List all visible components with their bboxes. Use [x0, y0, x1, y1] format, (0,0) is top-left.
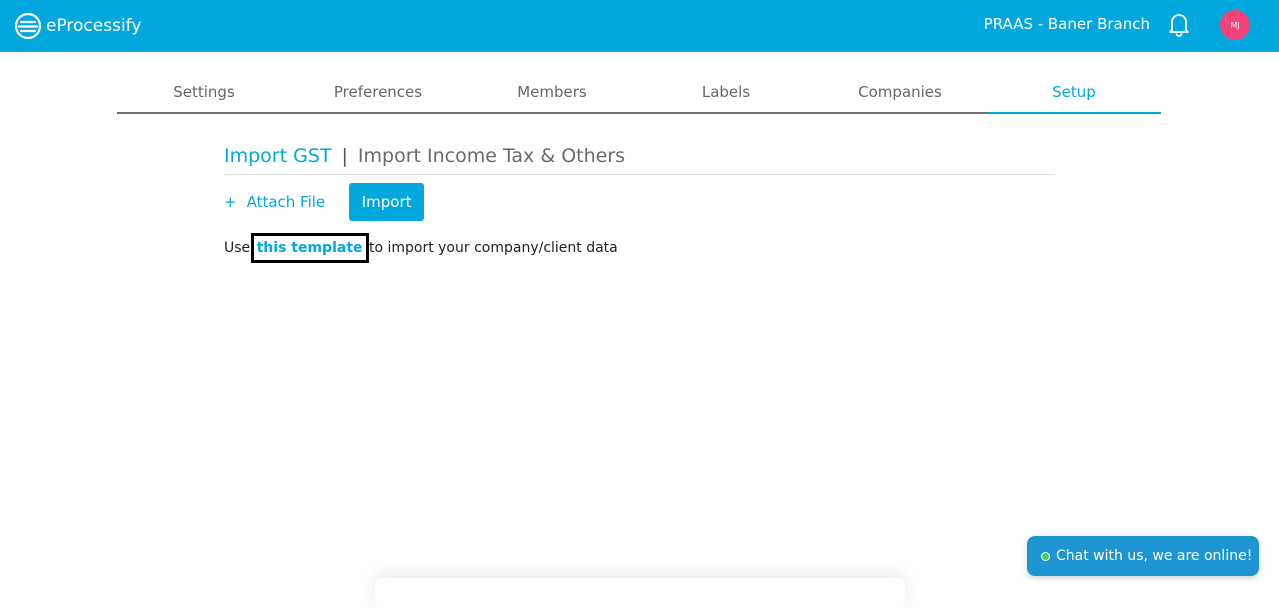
import-button[interactable]: Import	[349, 183, 425, 221]
attach-file-button[interactable]: + Attach File	[224, 193, 325, 211]
top-bar: eProcessify PRAAS - Baner Branch MJ	[0, 0, 1279, 52]
brand-logo[interactable]: eProcessify	[14, 12, 141, 40]
import-section-header: Import GST | Import Income Tax & Others	[224, 145, 1054, 175]
chat-widget-button[interactable]: Chat with us, we are online!	[1027, 536, 1259, 576]
template-instructions: Use this template to import your company…	[224, 233, 618, 263]
attach-file-label: Attach File	[246, 193, 326, 211]
online-dot-icon	[1041, 551, 1050, 561]
tab-setup[interactable]: Setup	[987, 74, 1161, 114]
tab-preferences[interactable]: Preferences	[291, 74, 465, 112]
bottom-panel-edge	[375, 578, 905, 608]
tab-members[interactable]: Members	[465, 74, 639, 112]
tab-settings[interactable]: Settings	[117, 74, 291, 112]
import-actions: + Attach File Import	[224, 183, 425, 221]
tab-bar: Settings Preferences Members Labels Comp…	[117, 74, 1161, 114]
eprocessify-logo-icon	[14, 12, 42, 40]
tab-companies[interactable]: Companies	[813, 74, 987, 112]
section-separator: |	[341, 145, 348, 167]
avatar[interactable]: MJ	[1220, 10, 1250, 40]
template-link[interactable]: this template	[250, 233, 369, 263]
bell-icon[interactable]	[1165, 10, 1193, 38]
template-suffix: to import your company/client data	[364, 240, 618, 256]
import-income-tax-tab[interactable]: Import Income Tax & Others	[358, 145, 625, 167]
branch-selector[interactable]: PRAAS - Baner Branch	[984, 15, 1150, 33]
brand-name: eProcessify	[46, 16, 142, 36]
chat-label: Chat with us, we are online!	[1056, 548, 1253, 564]
import-gst-tab[interactable]: Import GST	[224, 145, 332, 167]
plus-icon: +	[224, 193, 237, 211]
tab-labels[interactable]: Labels	[639, 74, 813, 112]
